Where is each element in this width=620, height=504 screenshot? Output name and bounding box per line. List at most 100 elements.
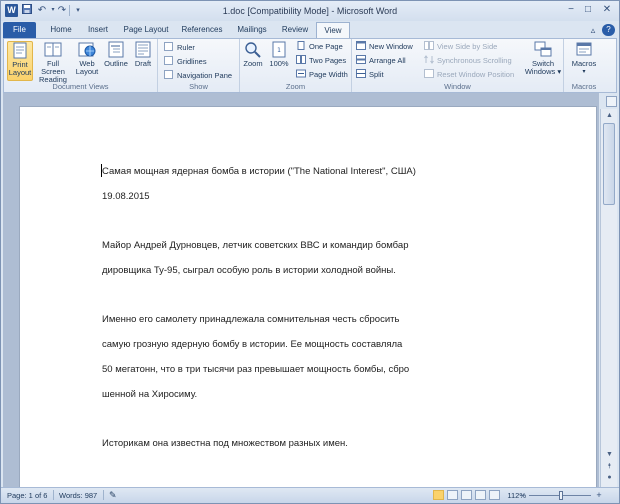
show-group-label: Show <box>189 82 208 91</box>
outline-icon <box>107 41 125 58</box>
doc-line: Историкам она известна под множеством ра… <box>102 438 348 449</box>
tab-view[interactable]: View <box>316 22 350 38</box>
switch-windows-dropdown-icon: ▾ <box>555 67 562 76</box>
vertical-scrollbar[interactable]: ▲ ▼ ⯭ ● <box>600 109 617 487</box>
zoom-out-icon[interactable]: − <box>517 489 529 501</box>
full-screen-reading-label: Full Screen Reading <box>39 59 67 84</box>
status-separator <box>103 490 104 500</box>
ruler-checkbox-box[interactable] <box>164 42 173 51</box>
status-full-screen-icon[interactable] <box>447 490 458 500</box>
web-layout-label: Web Layout <box>75 59 99 76</box>
status-print-layout-icon[interactable] <box>433 490 444 500</box>
restore-button[interactable]: □ <box>580 3 596 17</box>
arrange-all-button[interactable]: Arrange All <box>356 55 406 67</box>
arrange-all-icon <box>356 55 366 64</box>
status-bar: Page: 1 of 6 Words: 987 ✎ 112% − + <box>1 487 619 503</box>
web-layout-button[interactable]: Web Layout <box>73 41 101 76</box>
proofing-icon[interactable]: ✎ <box>109 488 117 503</box>
view-ruler-button[interactable] <box>606 96 617 107</box>
synchronous-scrolling-button[interactable]: Synchronous Scrolling <box>424 55 512 67</box>
draft-button[interactable]: Draft <box>131 41 155 68</box>
draft-label: Draft <box>134 59 152 68</box>
ruler-checkbox[interactable]: Ruler <box>164 42 195 54</box>
full-screen-reading-icon <box>44 41 62 58</box>
doc-line: шенной на Хиросиму. <box>102 389 198 400</box>
zoom-slider-thumb[interactable] <box>559 491 563 500</box>
word-count[interactable]: Words: 987 <box>59 488 97 503</box>
doc-line: 19.08.2015 <box>102 191 150 202</box>
navigation-pane-checkbox[interactable]: Navigation Pane <box>164 70 232 82</box>
tab-references[interactable]: References <box>177 22 227 38</box>
split-icon <box>356 69 366 78</box>
macros-button[interactable]: Macros ▾ <box>568 41 600 76</box>
one-page-button[interactable]: One Page <box>296 41 343 53</box>
document-page[interactable]: Самая мощная ядерная бомба в истории ("T… <box>19 106 597 487</box>
group-zoom: Zoom 1 100% One Page Two Pages Page Widt… <box>240 39 352 92</box>
tab-mailings[interactable]: Mailings <box>231 22 273 38</box>
ruler-label: Ruler <box>177 43 195 52</box>
status-separator <box>53 490 54 500</box>
gridlines-checkbox-box[interactable] <box>164 56 173 65</box>
switch-windows-icon <box>534 41 552 58</box>
zoom-in-icon[interactable]: + <box>593 489 605 501</box>
minimize-ribbon-icon[interactable]: ▵ <box>587 24 599 36</box>
two-pages-button[interactable]: Two Pages <box>296 55 346 67</box>
print-layout-button[interactable]: Print Layout <box>7 41 33 81</box>
outline-button[interactable]: Outline <box>103 41 129 68</box>
macros-group-label: Macros <box>571 82 597 91</box>
macros-label: Macros <box>571 59 597 68</box>
doc-line: Самая мощная ядерная бомба в истории ("T… <box>102 166 416 177</box>
synchronous-scrolling-label: Synchronous Scrolling <box>437 56 512 65</box>
doc-line: Именно его самолету принадлежала сомните… <box>102 314 400 325</box>
tab-home[interactable]: Home <box>44 22 78 38</box>
doc-line: самую грозную ядерную бомбу в истории. Е… <box>102 339 403 350</box>
scroll-up-icon[interactable]: ▲ <box>602 110 617 122</box>
macros-icon <box>575 41 593 58</box>
title-bar: W ↶ ▾ ↷ ▾ 1.doc [Compatibility Mode] - M… <box>1 1 619 21</box>
doc-line: 50 мегатонн, что в три тысячи раз превыш… <box>102 364 410 375</box>
full-screen-reading-button[interactable]: Full Screen Reading <box>35 41 71 84</box>
page-count[interactable]: Page: 1 of 6 <box>7 488 47 503</box>
reset-window-position-icon <box>424 69 434 78</box>
outline-label: Outline <box>104 59 128 68</box>
split-label: Split <box>369 70 384 79</box>
new-window-icon <box>356 41 366 50</box>
zoom-100-button[interactable]: 1 100% <box>267 41 291 68</box>
ribbon-tabs: File Home Insert Page Layout References … <box>1 21 619 38</box>
zoom-button[interactable]: Zoom <box>242 41 264 68</box>
help-icon[interactable]: ? <box>602 24 615 36</box>
gridlines-checkbox[interactable]: Gridlines <box>164 56 207 68</box>
tab-review[interactable]: Review <box>277 22 313 38</box>
switch-windows-button[interactable]: Switch Windows ▾ <box>524 41 562 76</box>
status-web-layout-icon[interactable] <box>461 490 472 500</box>
new-window-button[interactable]: New Window <box>356 41 413 53</box>
reset-window-position-label: Reset Window Position <box>437 70 515 79</box>
web-layout-icon <box>78 41 96 58</box>
scroll-thumb[interactable] <box>603 123 615 205</box>
page-width-button[interactable]: Page Width <box>296 69 348 81</box>
document-views-group-label: Document Views <box>52 82 109 91</box>
switch-windows-label: Switch Windows <box>524 59 556 76</box>
one-page-icon <box>297 41 305 50</box>
gridlines-label: Gridlines <box>177 57 207 66</box>
group-document-views: Print Layout Full Screen Reading Web Lay… <box>4 39 158 92</box>
scroll-down-icon[interactable]: ▼ <box>602 449 617 461</box>
browse-object-icon[interactable]: ● <box>602 472 617 484</box>
close-button[interactable]: ✕ <box>599 3 615 17</box>
macros-dropdown-icon: ▾ <box>582 69 586 75</box>
zoom-label: Zoom <box>243 59 263 68</box>
document-area: Самая мощная ядерная бомба в истории ("T… <box>3 93 599 487</box>
two-pages-label: Two Pages <box>309 56 347 65</box>
two-pages-icon <box>296 55 306 64</box>
tab-file[interactable]: File <box>3 22 36 38</box>
status-outline-icon[interactable] <box>475 490 486 500</box>
navigation-pane-checkbox-box[interactable] <box>164 70 173 79</box>
split-button[interactable]: Split <box>356 69 384 81</box>
page-width-icon <box>296 69 306 78</box>
tab-page-layout[interactable]: Page Layout <box>119 22 173 38</box>
minimize-button[interactable]: − <box>563 3 579 17</box>
reset-window-position-button[interactable]: Reset Window Position <box>424 69 514 81</box>
group-show: Ruler Gridlines Navigation Pane Show <box>158 39 240 92</box>
view-side-by-side-button[interactable]: View Side by Side <box>424 41 497 53</box>
tab-insert[interactable]: Insert <box>80 22 116 38</box>
